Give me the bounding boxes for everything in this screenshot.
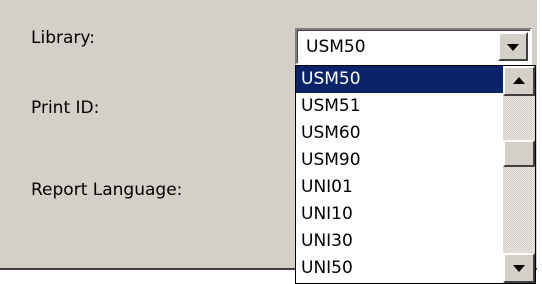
arrow-down-icon xyxy=(513,265,525,272)
dropdown-item[interactable]: UNI30 xyxy=(296,228,504,255)
dropdown-item[interactable]: UNI10 xyxy=(296,201,504,228)
dropdown-item[interactable]: UNI01 xyxy=(296,174,504,201)
dropdown-item[interactable]: USM60 xyxy=(296,120,504,147)
chevron-down-icon xyxy=(507,43,519,51)
library-dropdown-button[interactable] xyxy=(498,32,528,61)
scrollbar-thumb[interactable] xyxy=(503,140,535,167)
library-combobox[interactable]: USM50 xyxy=(295,28,532,65)
library-dropdown-list[interactable]: USM50 USM51 USM60 USM90 UNI01 UNI10 UNI3… xyxy=(295,65,536,284)
scroll-up-button[interactable] xyxy=(503,66,535,96)
scroll-down-button[interactable] xyxy=(503,253,535,283)
dropdown-item[interactable]: USM50 xyxy=(296,66,504,93)
arrow-up-icon xyxy=(513,77,525,84)
dropdown-item[interactable]: UNI50 xyxy=(296,255,504,282)
library-label: Library: xyxy=(31,28,95,48)
dropdown-item[interactable]: USM90 xyxy=(296,147,504,174)
dropdown-items: USM50 USM51 USM60 USM90 UNI01 UNI10 UNI3… xyxy=(296,66,504,282)
dropdown-scrollbar[interactable] xyxy=(503,66,535,283)
dropdown-item[interactable]: USM51 xyxy=(296,93,504,120)
report-language-label: Report Language: xyxy=(31,180,183,200)
print-id-label: Print ID: xyxy=(31,98,100,118)
library-combobox-value: USM50 xyxy=(306,37,366,57)
